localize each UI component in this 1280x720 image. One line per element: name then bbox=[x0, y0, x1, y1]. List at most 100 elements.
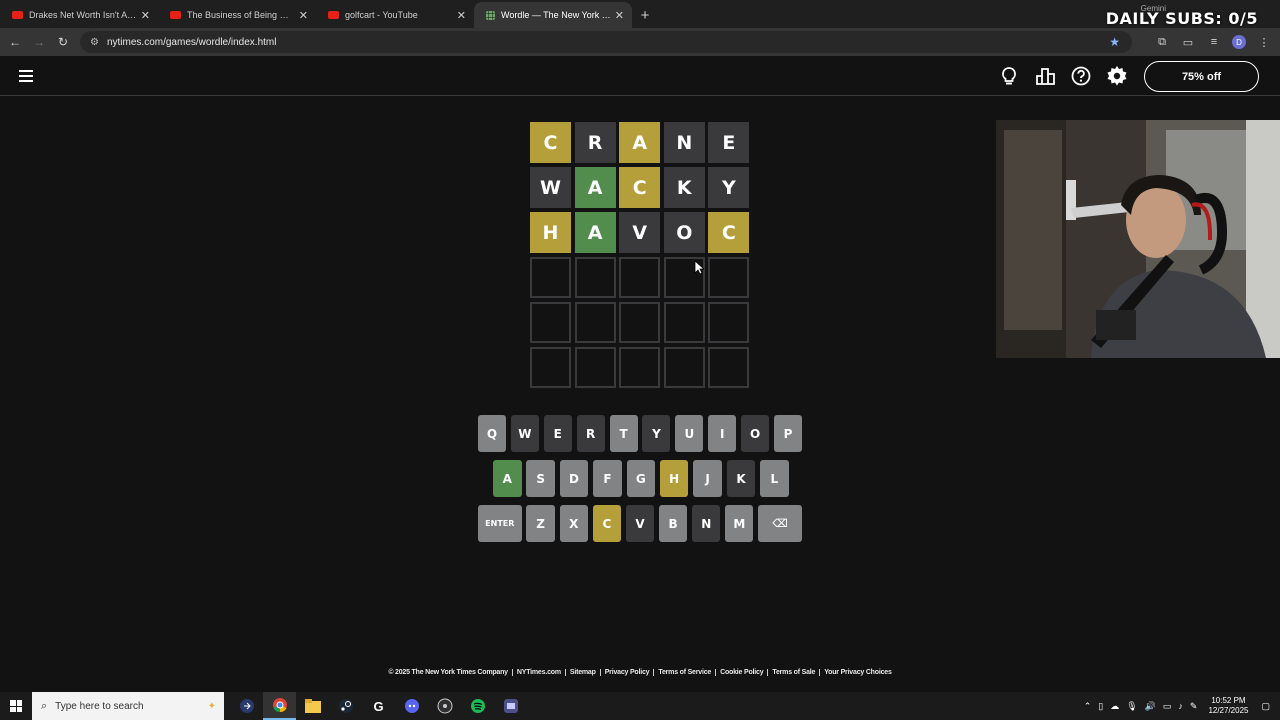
key-a[interactable]: A bbox=[493, 460, 522, 497]
statistics-icon[interactable] bbox=[1034, 65, 1056, 87]
key-w[interactable]: W bbox=[510, 415, 539, 452]
speaker-icon[interactable]: 🔊 bbox=[1145, 701, 1156, 712]
spotify-icon[interactable] bbox=[461, 692, 494, 720]
promo-subscribe-button[interactable]: 75% off bbox=[1144, 61, 1259, 92]
settings-gear-icon[interactable] bbox=[1106, 65, 1128, 87]
wordle-icon bbox=[486, 10, 495, 20]
microphone-icon[interactable]: 🎙 bbox=[1126, 701, 1137, 712]
taskbar-clock[interactable]: 10:52 PM 12/27/2025 bbox=[1208, 696, 1248, 716]
key-o[interactable]: O bbox=[741, 415, 770, 452]
key-d[interactable]: D bbox=[559, 460, 589, 497]
close-tab-icon[interactable]: ✕ bbox=[615, 9, 624, 22]
close-tab-icon[interactable]: ✕ bbox=[299, 9, 308, 22]
key-q[interactable]: Q bbox=[478, 415, 506, 452]
help-icon[interactable] bbox=[1070, 65, 1092, 87]
key-i[interactable]: I bbox=[708, 415, 737, 452]
key-g[interactable]: G bbox=[626, 460, 656, 497]
backspace-key[interactable]: ⌫ bbox=[758, 505, 802, 542]
g-app-icon[interactable]: G bbox=[362, 692, 395, 720]
profile-avatar[interactable]: D bbox=[1232, 35, 1246, 49]
media-controls-icon[interactable]: ≡ bbox=[1206, 32, 1222, 52]
board-tile bbox=[530, 347, 571, 388]
close-tab-icon[interactable]: ✕ bbox=[141, 9, 150, 22]
key-l[interactable]: L bbox=[760, 460, 789, 497]
browser-tab[interactable]: Wordle — The New York Times ✕ bbox=[474, 2, 632, 28]
youtube-icon bbox=[328, 11, 339, 19]
key-m[interactable]: M bbox=[725, 505, 754, 542]
footer-link[interactable]: Terms of Service bbox=[654, 669, 717, 676]
taskbar-search[interactable]: ⌕ Type here to search ✦ bbox=[32, 692, 224, 720]
board-tile: R bbox=[574, 122, 616, 163]
app-icon[interactable] bbox=[494, 692, 527, 720]
key-y[interactable]: Y bbox=[642, 415, 671, 452]
forward-arrow-icon[interactable]: → bbox=[27, 30, 51, 54]
cast-icon[interactable]: ▭ bbox=[1180, 32, 1196, 52]
key-f[interactable]: F bbox=[593, 460, 622, 497]
footer-link[interactable]: Sitemap bbox=[565, 669, 601, 676]
discord-icon[interactable] bbox=[395, 692, 428, 720]
tray-cloud-icon[interactable]: ☁ bbox=[1110, 701, 1119, 712]
back-arrow-icon[interactable]: ← bbox=[3, 30, 27, 54]
key-x[interactable]: X bbox=[559, 505, 588, 542]
browser-tab-strip: Drakes Net Worth Isn't Adding Up✕The Bus… bbox=[0, 0, 1280, 28]
board-tile: C bbox=[708, 212, 750, 253]
clock-date: 12/27/2025 bbox=[1208, 706, 1249, 715]
board-tile bbox=[708, 347, 750, 388]
key-r[interactable]: R bbox=[576, 415, 605, 452]
pen-icon[interactable]: ✎ bbox=[1190, 701, 1198, 712]
key-b[interactable]: B bbox=[658, 505, 688, 542]
task-view-icon[interactable] bbox=[230, 692, 263, 720]
board-tile bbox=[619, 302, 661, 343]
notifications-icon[interactable]: ▢ bbox=[1261, 701, 1270, 712]
close-tab-icon[interactable]: ✕ bbox=[457, 9, 466, 22]
site-settings-icon[interactable]: ⚙ bbox=[90, 37, 99, 48]
board-tile: O bbox=[663, 212, 705, 253]
key-t[interactable]: T bbox=[609, 415, 638, 452]
key-e[interactable]: E bbox=[543, 415, 572, 452]
footer-link[interactable]: NYTimes.com bbox=[512, 669, 566, 676]
reload-icon[interactable]: ↻ bbox=[51, 30, 75, 54]
board-tile: V bbox=[619, 212, 661, 253]
footer-link[interactable]: Your Privacy Choices bbox=[820, 669, 895, 676]
key-n[interactable]: N bbox=[692, 505, 721, 542]
browser-tab[interactable]: golfcart - YouTube ✕ bbox=[316, 2, 474, 28]
obs-icon[interactable] bbox=[428, 692, 461, 720]
new-tab-button[interactable]: + bbox=[632, 2, 658, 28]
windows-logo-icon bbox=[10, 700, 22, 712]
start-button[interactable] bbox=[0, 692, 32, 720]
browser-tab[interactable]: The Business of Being Hated - YouTube ✕ bbox=[158, 2, 316, 28]
clock-time: 10:52 PM bbox=[1211, 696, 1246, 705]
key-u[interactable]: U bbox=[675, 415, 704, 452]
address-bar[interactable]: ⚙ nytimes.com/games/wordle/index.html ★ bbox=[80, 31, 1132, 53]
hamburger-menu-icon[interactable] bbox=[19, 70, 33, 82]
file-explorer-icon[interactable] bbox=[296, 692, 329, 720]
webcam-overlay bbox=[996, 120, 1280, 358]
footer-link[interactable]: Terms of Sale bbox=[768, 669, 821, 676]
board-tile bbox=[708, 257, 750, 298]
key-z[interactable]: Z bbox=[526, 505, 555, 542]
volume-icon[interactable]: ♪ bbox=[1178, 701, 1183, 711]
key-k[interactable]: K bbox=[726, 460, 756, 497]
key-j[interactable]: J bbox=[693, 460, 722, 497]
key-c[interactable]: C bbox=[592, 505, 621, 542]
enter-key[interactable]: ENTER bbox=[478, 505, 522, 542]
extensions-icon[interactable]: ⧉ bbox=[1154, 32, 1170, 52]
hint-bulb-icon[interactable] bbox=[998, 65, 1020, 87]
chrome-icon[interactable] bbox=[263, 692, 296, 720]
network-icon[interactable]: ▭ bbox=[1163, 701, 1172, 712]
key-p[interactable]: P bbox=[774, 415, 803, 452]
board-tile: A bbox=[619, 122, 661, 163]
footer-link[interactable]: Cookie Policy bbox=[716, 669, 769, 676]
steam-icon[interactable] bbox=[329, 692, 362, 720]
board-tile: C bbox=[619, 167, 661, 208]
key-v[interactable]: V bbox=[625, 505, 655, 542]
browser-tab[interactable]: Drakes Net Worth Isn't Adding Up ✕ bbox=[0, 2, 158, 28]
key-s[interactable]: S bbox=[526, 460, 555, 497]
bookmark-star-icon[interactable]: ★ bbox=[1109, 35, 1120, 49]
tray-app-icon[interactable]: ▯ bbox=[1098, 701, 1103, 712]
key-h[interactable]: H bbox=[659, 460, 689, 497]
tray-overflow-chevron-icon[interactable]: ⌃ bbox=[1084, 701, 1092, 712]
footer-link[interactable]: © 2025 The New York Times Company bbox=[384, 669, 513, 676]
kebab-menu-icon[interactable]: ⋮ bbox=[1256, 32, 1272, 52]
footer-link[interactable]: Privacy Policy bbox=[600, 669, 655, 676]
